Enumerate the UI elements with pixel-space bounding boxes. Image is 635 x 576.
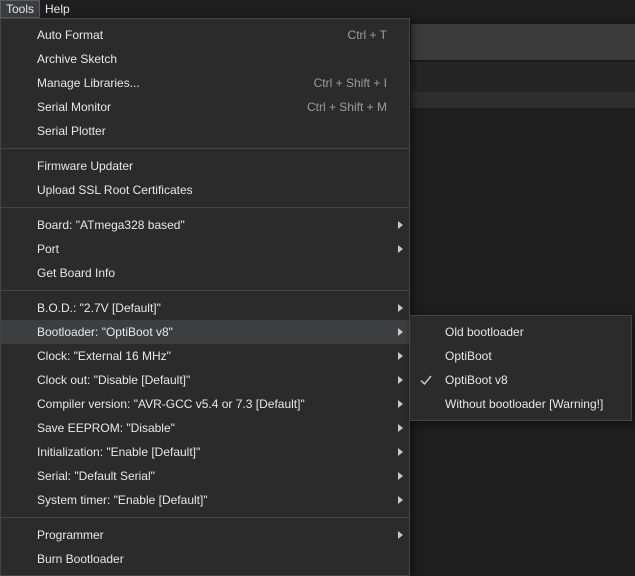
chevron-right-icon (398, 221, 403, 229)
menu-item-serial-plotter[interactable]: Serial Plotter (1, 119, 409, 143)
menu-item-burn-bootloader[interactable]: Burn Bootloader (1, 547, 409, 571)
chevron-right-icon (398, 496, 403, 504)
submenu-item-label: OptiBoot (445, 349, 492, 363)
menu-item-shortcut: Ctrl + Shift + M (306, 100, 387, 114)
menu-item-serial[interactable]: Serial: "Default Serial" (1, 464, 409, 488)
menu-item-label: Manage Libraries... (37, 76, 140, 90)
menu-item-board[interactable]: Board: "ATmega328 based" (1, 213, 409, 237)
chevron-right-icon (398, 376, 403, 384)
menu-item-port[interactable]: Port (1, 237, 409, 261)
chevron-right-icon (398, 304, 403, 312)
submenu-item-optiboot[interactable]: OptiBoot (410, 344, 631, 368)
menu-item-clock[interactable]: Clock: "External 16 MHz" (1, 344, 409, 368)
chevron-right-icon (398, 400, 403, 408)
menu-item-initialization[interactable]: Initialization: "Enable [Default]" (1, 440, 409, 464)
menu-item-serial-monitor[interactable]: Serial Monitor Ctrl + Shift + M (1, 95, 409, 119)
menu-item-label: B.O.D.: "2.7V [Default]" (37, 301, 161, 315)
menu-item-get-board-info[interactable]: Get Board Info (1, 261, 409, 285)
menu-item-firmware-updater[interactable]: Firmware Updater (1, 154, 409, 178)
menu-item-save-eeprom[interactable]: Save EEPROM: "Disable" (1, 416, 409, 440)
submenu-item-optiboot-v8[interactable]: OptiBoot v8 (410, 368, 631, 392)
menu-separator (1, 207, 409, 208)
menu-item-bootloader[interactable]: Bootloader: "OptiBoot v8" (1, 320, 409, 344)
menu-item-label: Serial Monitor (37, 100, 112, 114)
menu-item-label: Archive Sketch (37, 52, 118, 66)
menu-item-label: Initialization: "Enable [Default]" (37, 445, 201, 459)
bootloader-submenu: Old bootloader OptiBoot OptiBoot v8 Without… (409, 315, 632, 421)
menu-item-clock-out[interactable]: Clock out: "Disable [Default]" (1, 368, 409, 392)
menu-item-label: Get Board Info (37, 266, 116, 280)
menu-item-manage-libraries[interactable]: Manage Libraries... Ctrl + Shift + I (1, 71, 409, 95)
chevron-right-icon (398, 352, 403, 360)
chevron-right-icon (398, 245, 403, 253)
menu-separator (1, 148, 409, 149)
checkmark-icon (420, 375, 432, 386)
menu-item-label: Serial: "Default Serial" (37, 469, 155, 483)
chevron-right-icon (398, 328, 403, 336)
menu-item-label: Port (37, 242, 60, 256)
menu-item-shortcut: Ctrl + Shift + I (313, 76, 387, 90)
menu-item-label: Clock out: "Disable [Default]" (37, 373, 191, 387)
menu-item-label: Compiler version: "AVR-GCC v5.4 or 7.3 [… (37, 397, 305, 411)
menu-item-label: Burn Bootloader (37, 552, 124, 566)
menu-item-label: System timer: "Enable [Default]" (37, 493, 208, 507)
submenu-item-label: Old bootloader (445, 325, 524, 339)
submenu-item-label: Without bootloader [Warning!] (445, 397, 604, 411)
menu-item-archive-sketch[interactable]: Archive Sketch (1, 47, 409, 71)
menu-item-upload-ssl-root-certificates[interactable]: Upload SSL Root Certificates (1, 178, 409, 202)
menu-item-compiler-version[interactable]: Compiler version: "AVR-GCC v5.4 or 7.3 [… (1, 392, 409, 416)
chevron-right-icon (398, 472, 403, 480)
menubar-tools[interactable]: Tools (0, 0, 41, 18)
menu-item-label: Programmer (37, 528, 104, 542)
menu-item-label: Auto Format (37, 28, 104, 42)
menubar-help[interactable]: Help (40, 0, 75, 18)
editor-header-strip (411, 92, 635, 108)
menu-item-label: Save EEPROM: "Disable" (37, 421, 175, 435)
menu-item-label: Firmware Updater (37, 159, 134, 173)
submenu-item-old-bootloader[interactable]: Old bootloader (410, 320, 631, 344)
menu-item-programmer[interactable]: Programmer (1, 523, 409, 547)
menu-item-system-timer[interactable]: System timer: "Enable [Default]" (1, 488, 409, 512)
menu-item-label: Clock: "External 16 MHz" (37, 349, 171, 363)
menubar: Tools Help (0, 0, 635, 18)
chevron-right-icon (398, 448, 403, 456)
submenu-item-label: OptiBoot v8 (445, 373, 508, 387)
menu-item-label: Upload SSL Root Certificates (37, 183, 193, 197)
editor-tab-bar (411, 62, 635, 92)
tools-menu: Auto Format Ctrl + T Archive Sketch Manage … (0, 18, 410, 576)
menu-item-auto-format[interactable]: Auto Format Ctrl + T (1, 23, 409, 47)
menu-item-label: Serial Plotter (37, 124, 106, 138)
menu-separator (1, 290, 409, 291)
menu-item-label: Board: "ATmega328 based" (37, 218, 185, 232)
menu-item-shortcut: Ctrl + T (347, 28, 387, 42)
menu-separator (1, 517, 409, 518)
toolbar-panel (411, 24, 635, 60)
submenu-item-without-bootloader-warning[interactable]: Without bootloader [Warning!] (410, 392, 631, 416)
chevron-right-icon (398, 531, 403, 539)
menu-item-b-o-d[interactable]: B.O.D.: "2.7V [Default]" (1, 296, 409, 320)
chevron-right-icon (398, 424, 403, 432)
menu-item-label: Bootloader: "OptiBoot v8" (37, 325, 173, 339)
